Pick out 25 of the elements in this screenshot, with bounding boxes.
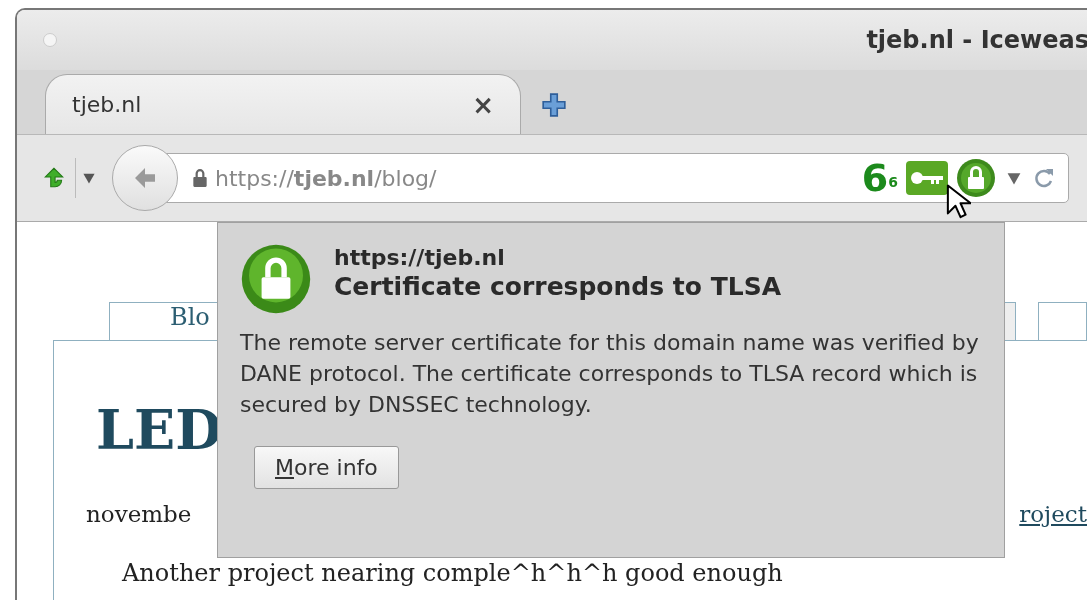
dnssec-subcount: 6 xyxy=(888,174,898,190)
post-title: LED xyxy=(96,403,222,457)
popup-text: The remote server certificate for this domain name was verified by DANE protocol. The certificate corresponds to TLSA record which is secured by DNSSEC technology. xyxy=(240,329,980,419)
project-link[interactable]: roject xyxy=(1019,501,1087,527)
dnssec-count: 6 xyxy=(861,159,889,197)
lock-icon[interactable] xyxy=(956,158,996,198)
more-info-button[interactable]: More info xyxy=(254,446,399,489)
dropdown-icon[interactable] xyxy=(82,171,96,185)
key-icon[interactable] xyxy=(906,161,948,195)
url-text: https://tjeb.nl/blog/ xyxy=(215,165,437,191)
new-tab-icon[interactable] xyxy=(541,92,567,118)
lock-icon xyxy=(191,168,209,188)
post-date: novembe xyxy=(86,501,192,527)
site-origin: https://tjeb.nl xyxy=(334,245,506,270)
post-text: Another project nearing comple^h^h^h good enough xyxy=(122,559,784,587)
popup-heading: Certificate corresponds to TLSA xyxy=(334,272,781,301)
lock-icon xyxy=(240,243,312,315)
close-icon[interactable]: × xyxy=(472,89,494,120)
menu-tab[interactable] xyxy=(1037,302,1087,340)
reload-icon[interactable] xyxy=(1032,166,1056,190)
window-title: tjeb.nl - Iceweas xyxy=(866,26,1087,54)
address-bar[interactable]: https://tjeb.nl/blog/ 6 6 xyxy=(166,153,1069,203)
dropdown-icon[interactable] xyxy=(1006,170,1022,186)
browser-tab[interactable]: tjeb.nl × xyxy=(45,74,521,134)
cursor-icon xyxy=(945,183,971,221)
